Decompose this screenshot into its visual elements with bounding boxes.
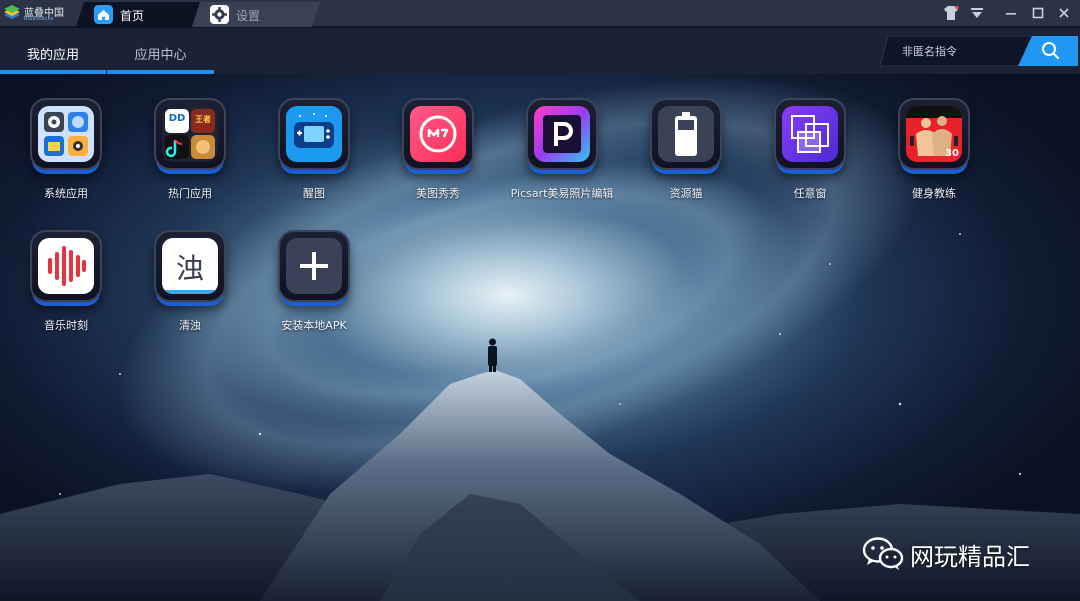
app-label: 健身教练: [912, 187, 956, 200]
any-window-icon: [782, 106, 838, 162]
watermark-text: 网玩精品汇: [910, 543, 1030, 571]
qingzhuo-icon: 浊: [175, 252, 204, 285]
app-hot-apps[interactable]: DD 王者 热门应用: [135, 98, 245, 218]
app-label: 任意窗: [793, 187, 827, 200]
app-picsart[interactable]: Picsart美易照片编辑: [507, 98, 617, 218]
app-fitness-coach[interactable]: 30 健身教练: [879, 98, 989, 218]
tab-settings[interactable]: 设置: [192, 2, 320, 27]
hot-badge-text: DD: [168, 113, 186, 124]
app-label: 清浊: [179, 319, 201, 332]
app-label: 醒图: [303, 187, 325, 200]
search-button[interactable]: [1018, 36, 1078, 66]
shirt-icon: [944, 6, 959, 20]
app-xingtu[interactable]: 醒图: [259, 98, 369, 218]
home-icon: [94, 5, 113, 24]
app-qingzhuo[interactable]: 浊 清浊: [135, 230, 245, 350]
meitu-icon: [410, 106, 466, 162]
close-button[interactable]: [1053, 3, 1075, 23]
app-music-moment[interactable]: 音乐时刻: [11, 230, 121, 350]
xingtu-icon: [286, 106, 342, 162]
app-system-apps[interactable]: 系统应用: [11, 98, 121, 218]
minimize-icon: [1006, 13, 1016, 15]
bluestacks-logo-icon: [4, 5, 20, 19]
watermark: 网玩精品汇: [862, 534, 1062, 574]
app-label: 系统应用: [44, 187, 88, 200]
menu-button[interactable]: [966, 3, 988, 23]
close-icon: [1059, 8, 1069, 18]
gear-icon: [210, 5, 229, 24]
skin-button[interactable]: [940, 3, 962, 23]
resource-cat-icon: [658, 106, 714, 162]
wechat-icon: [862, 537, 904, 570]
tab-home-label: 首页: [120, 9, 145, 23]
app-label: 音乐时刻: [44, 319, 88, 332]
hot-game-text: 王者: [195, 115, 211, 124]
brand-subtitle: BlueStacks: [24, 16, 54, 22]
search-icon: [1018, 36, 1078, 66]
app-label: 热门应用: [168, 187, 212, 200]
tab-settings-label: 设置: [236, 9, 261, 23]
tab-my-apps[interactable]: 我的应用: [0, 28, 106, 74]
search-input[interactable]: [902, 41, 1022, 61]
music-moment-icon: [38, 238, 94, 294]
maximize-icon: [1032, 7, 1044, 19]
menu-dropdown-icon: [971, 8, 983, 18]
fitness-badge-text: 30: [945, 148, 959, 159]
tab-home[interactable]: 首页: [76, 2, 200, 27]
app-label: 美图秀秀: [416, 187, 460, 200]
app-label: Picsart美易照片编辑: [510, 187, 614, 200]
maximize-button[interactable]: [1027, 3, 1049, 23]
app-label: 安装本地APK: [281, 319, 347, 332]
app-logo: 蓝叠中国 BlueStacks: [2, 3, 68, 25]
app-install-apk[interactable]: 安装本地APK: [259, 230, 369, 350]
title-bar: 蓝叠中国 BlueStacks 首页 设置: [0, 0, 1080, 27]
app-resource-cat[interactable]: 资源猫: [631, 98, 741, 218]
app-label: 资源猫: [669, 187, 703, 200]
app-any-window[interactable]: 任意窗: [755, 98, 865, 218]
app-meitu[interactable]: 美图秀秀: [383, 98, 493, 218]
install-apk-icon: [286, 238, 342, 294]
picsart-icon: [534, 106, 590, 162]
minimize-button[interactable]: [1000, 3, 1022, 23]
search-box: [880, 36, 1078, 66]
system-apps-icon: [38, 106, 94, 162]
desktop: 系统应用 DD 王者 热门应用 醒图 美图秀秀 Picsart美易照片编辑 资源…: [0, 74, 1080, 601]
tab-app-center[interactable]: 应用中心: [107, 28, 214, 74]
